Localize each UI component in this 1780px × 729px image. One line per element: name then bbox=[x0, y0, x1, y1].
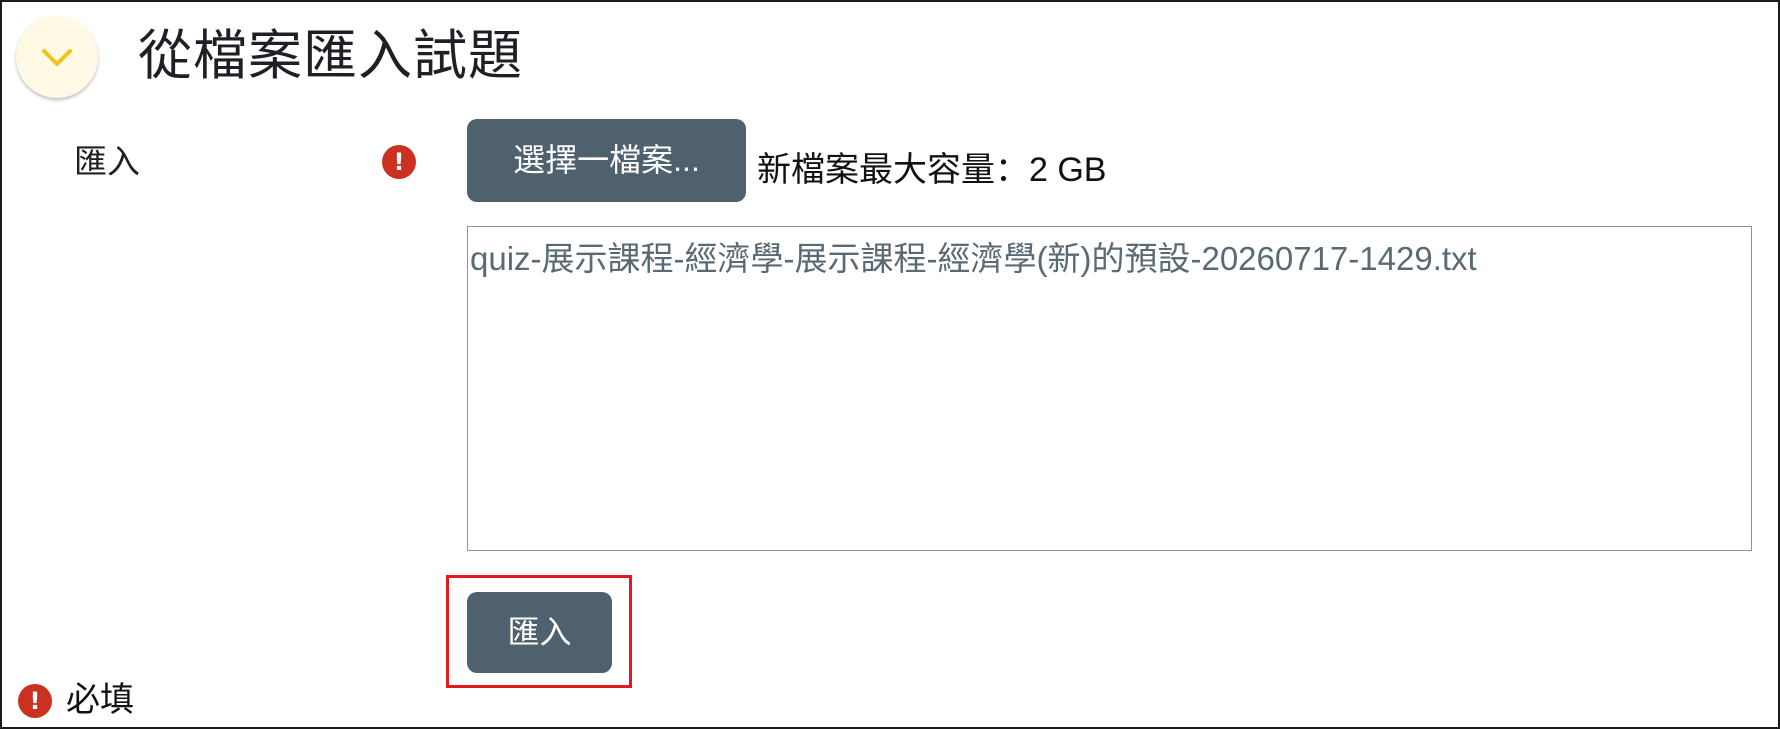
required-icon: ! bbox=[382, 145, 416, 179]
required-legend-text: 必填 bbox=[66, 681, 134, 719]
max-file-size-text: 新檔案最大容量：2 GB bbox=[757, 151, 1107, 189]
chevron-down-icon bbox=[42, 49, 72, 66]
required-legend-icon: ! bbox=[18, 684, 52, 718]
collapse-toggle-button[interactable] bbox=[16, 16, 98, 98]
choose-file-button[interactable]: 選擇一檔案... bbox=[467, 119, 746, 202]
import-field-label: 匯入 bbox=[74, 143, 140, 180]
import-questions-panel: 從檔案匯入試題 匯入 ! 選擇一檔案... 新檔案最大容量：2 GB quiz-… bbox=[0, 0, 1780, 729]
import-button[interactable]: 匯入 bbox=[467, 592, 612, 673]
page-title: 從檔案匯入試題 bbox=[138, 26, 523, 86]
file-drop-area[interactable]: quiz-展示課程-經濟學-展示課程-經濟學(新)的預設-20260717-14… bbox=[467, 226, 1752, 551]
selected-file-name[interactable]: quiz-展示課程-經濟學-展示課程-經濟學(新)的預設-20260717-14… bbox=[470, 237, 1477, 281]
